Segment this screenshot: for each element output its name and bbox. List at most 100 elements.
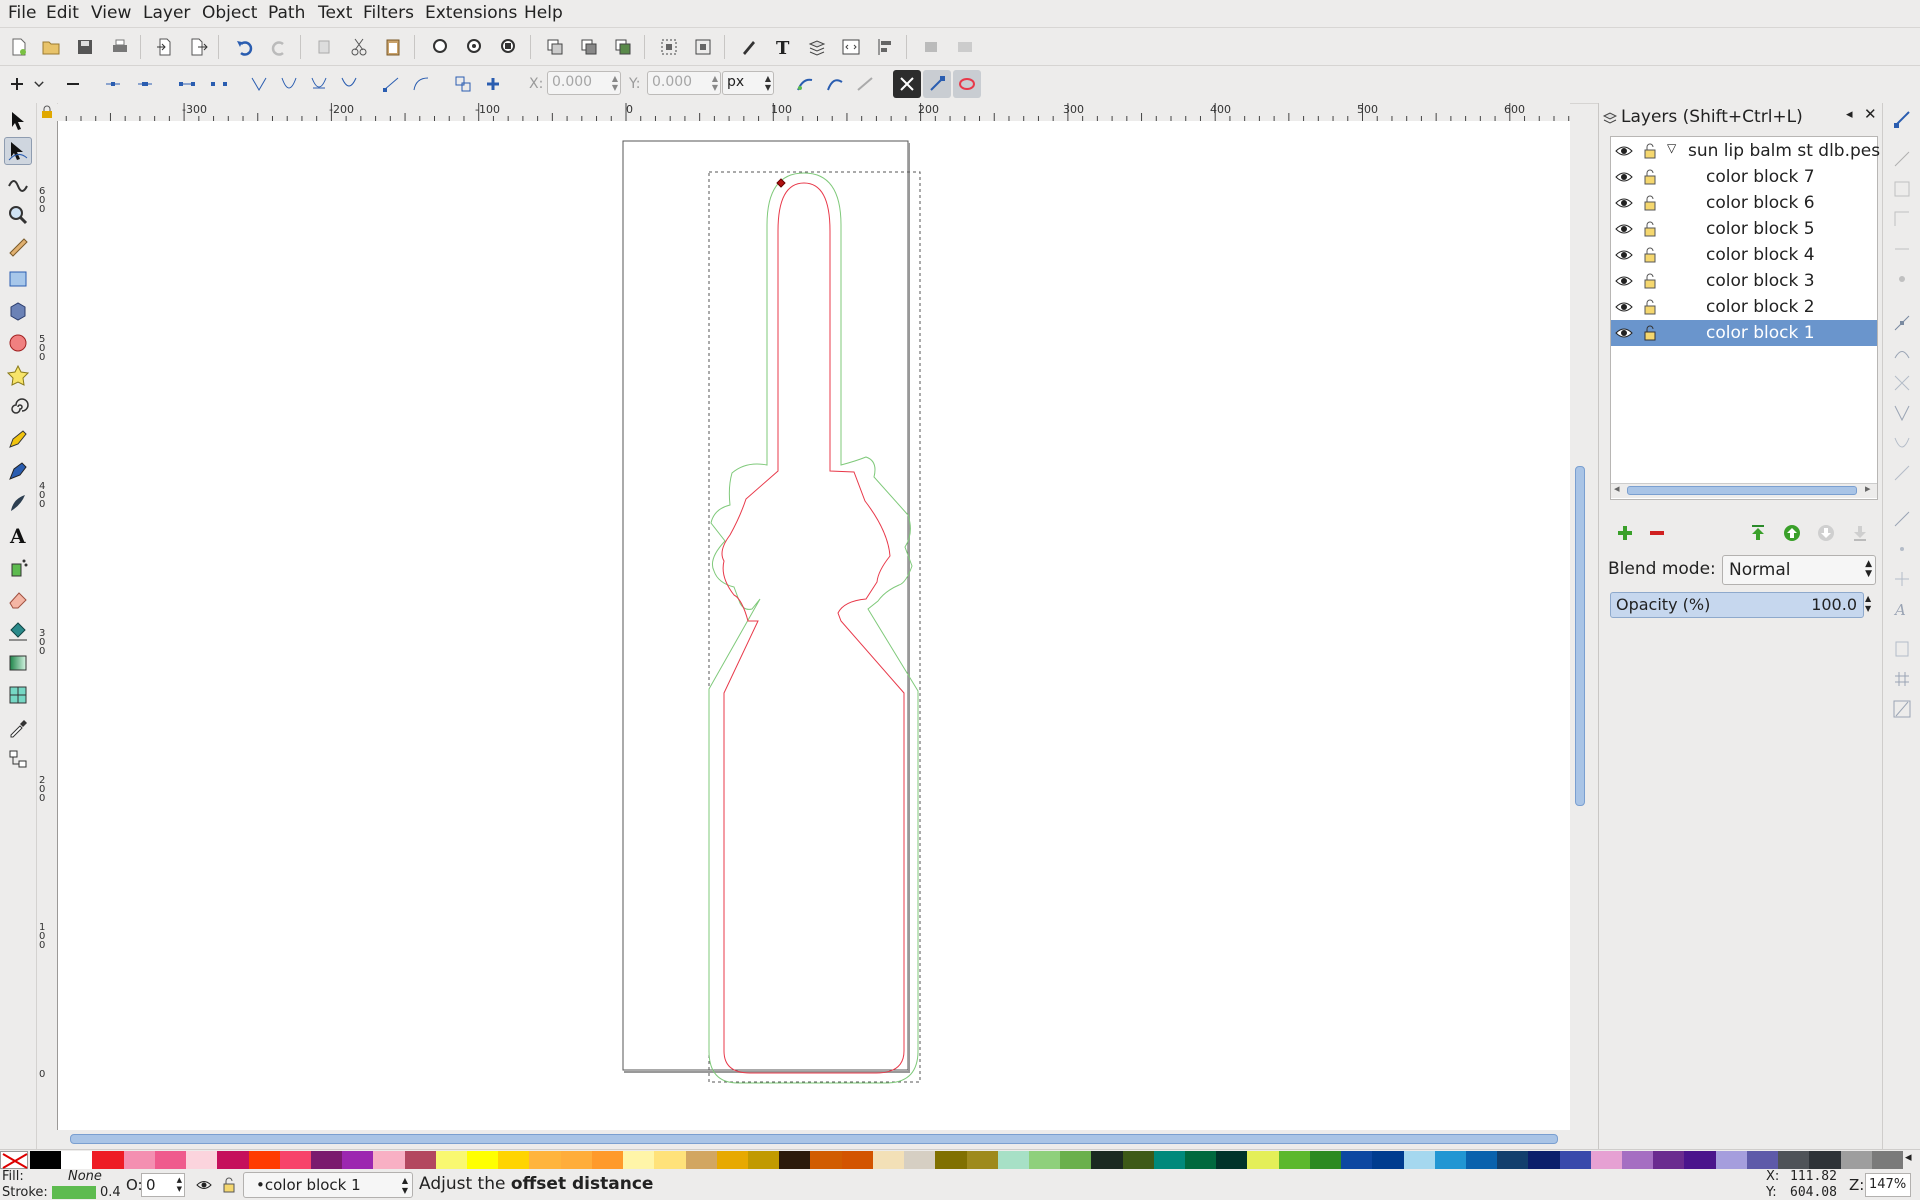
snap-nodes-icon[interactable] xyxy=(1892,313,1912,333)
new-document-icon[interactable] xyxy=(6,34,32,60)
lower-layer-icon[interactable] xyxy=(1813,520,1839,546)
mesh-tool-icon[interactable] xyxy=(4,681,32,709)
color-swatch[interactable] xyxy=(1122,1151,1155,1169)
copy-icon[interactable] xyxy=(312,34,338,60)
color-swatch[interactable] xyxy=(1309,1151,1342,1169)
menu-object[interactable]: Object xyxy=(202,3,257,23)
snap-smooth-icon[interactable] xyxy=(1892,433,1912,453)
snap-center-icon[interactable] xyxy=(1892,539,1912,559)
clippath-icon[interactable] xyxy=(822,71,848,97)
ellipse-tool-icon[interactable] xyxy=(4,329,32,357)
color-swatch[interactable] xyxy=(217,1151,249,1169)
eye-icon[interactable] xyxy=(1615,324,1633,342)
add-layer-icon[interactable] xyxy=(1612,520,1638,546)
snap-bbox-corner-icon[interactable] xyxy=(1892,209,1912,229)
snap-guide-icon[interactable] xyxy=(1892,699,1912,719)
color-swatch[interactable] xyxy=(1216,1151,1248,1169)
layers-icon[interactable] xyxy=(804,34,830,60)
color-swatch[interactable] xyxy=(342,1151,374,1169)
document-properties-icon[interactable] xyxy=(952,34,978,60)
calligraphy-tool-icon[interactable] xyxy=(4,489,32,517)
color-swatch[interactable] xyxy=(904,1151,936,1169)
zoom-page-icon[interactable] xyxy=(496,34,522,60)
paste-icon[interactable] xyxy=(380,34,406,60)
ungroup-icon[interactable] xyxy=(690,34,716,60)
color-swatch[interactable] xyxy=(1247,1151,1280,1169)
blend-mode-select[interactable]: Normal ▲ ▼ xyxy=(1722,555,1876,585)
smooth-node-icon[interactable] xyxy=(276,71,302,97)
snap-bbox-icon[interactable] xyxy=(1892,149,1912,169)
color-swatch[interactable] xyxy=(1185,1151,1217,1169)
horizontal-scrollbar[interactable] xyxy=(58,1130,1570,1148)
color-swatch[interactable] xyxy=(529,1151,562,1169)
xml-editor-icon[interactable] xyxy=(838,34,864,60)
color-swatch[interactable] xyxy=(810,1151,843,1169)
eye-icon[interactable] xyxy=(1615,168,1633,186)
export-icon[interactable] xyxy=(186,34,212,60)
snap-intersection-icon[interactable] xyxy=(1892,373,1912,393)
palette-menu-icon[interactable]: ◂ xyxy=(1905,1150,1912,1165)
color-swatch[interactable] xyxy=(1153,1151,1186,1169)
color-swatch[interactable] xyxy=(1372,1151,1405,1169)
rectangle-tool-icon[interactable] xyxy=(4,265,32,293)
text-tool-icon[interactable]: A xyxy=(4,521,32,549)
color-swatch[interactable] xyxy=(498,1151,530,1169)
insert-node-icon[interactable] xyxy=(4,71,30,97)
join-segment-icon[interactable] xyxy=(174,71,200,97)
color-swatch[interactable] xyxy=(1528,1151,1561,1169)
color-swatch[interactable] xyxy=(747,1151,780,1169)
color-swatch[interactable] xyxy=(1778,1151,1810,1169)
eye-icon[interactable] xyxy=(1615,298,1633,316)
connector-tool-icon[interactable] xyxy=(4,745,32,773)
color-swatch[interactable] xyxy=(1809,1151,1842,1169)
eye-icon[interactable] xyxy=(196,1178,212,1192)
snap-rotation-icon[interactable] xyxy=(1892,569,1912,589)
color-swatch[interactable] xyxy=(654,1151,687,1169)
color-swatch[interactable] xyxy=(123,1151,156,1169)
no-color-swatch[interactable] xyxy=(0,1151,28,1169)
vertical-scrollbar[interactable] xyxy=(1570,121,1590,1130)
snap-others-icon[interactable] xyxy=(1892,509,1912,529)
preferences-icon[interactable] xyxy=(918,34,944,60)
color-swatch[interactable] xyxy=(1403,1151,1436,1169)
clone-icon[interactable] xyxy=(576,34,602,60)
eye-icon[interactable] xyxy=(1615,220,1633,238)
color-swatch[interactable] xyxy=(935,1151,967,1169)
eye-icon[interactable] xyxy=(1615,246,1633,264)
layer-row[interactable]: color block 6 xyxy=(1611,190,1877,216)
color-swatch[interactable] xyxy=(1497,1151,1529,1169)
raise-layer-icon[interactable] xyxy=(1779,520,1805,546)
layer-row[interactable]: color block 2 xyxy=(1611,294,1877,320)
fill-value[interactable]: None xyxy=(68,1169,102,1184)
color-swatch[interactable] xyxy=(310,1151,343,1169)
menu-filters[interactable]: Filters xyxy=(363,3,414,23)
zoom-input[interactable]: 147% xyxy=(1865,1173,1911,1197)
paint-bucket-tool-icon[interactable] xyxy=(4,617,32,645)
delete-node-icon[interactable] xyxy=(60,71,86,97)
zoom-tool-icon[interactable] xyxy=(4,201,32,229)
unlink-clone-icon[interactable] xyxy=(610,34,636,60)
lock-icon[interactable] xyxy=(1641,142,1659,160)
snap-grid-icon[interactable] xyxy=(1892,669,1912,689)
color-swatch[interactable] xyxy=(716,1151,749,1169)
color-swatch[interactable] xyxy=(1341,1151,1373,1169)
color-swatch[interactable] xyxy=(1028,1151,1061,1169)
layer-row-selected[interactable]: color block 1 xyxy=(1611,320,1877,346)
gradient-tool-icon[interactable] xyxy=(4,649,32,677)
color-swatch[interactable] xyxy=(435,1151,468,1169)
color-swatch[interactable] xyxy=(186,1151,218,1169)
remove-layer-icon[interactable] xyxy=(1644,520,1670,546)
layer-row-root[interactable]: ▽ sun lip balm st dlb.pes xyxy=(1611,138,1880,164)
color-swatch[interactable] xyxy=(560,1151,593,1169)
open-document-icon[interactable] xyxy=(38,34,64,60)
dropper-tool-icon[interactable] xyxy=(4,713,32,741)
next-path-effect-icon[interactable] xyxy=(792,71,818,97)
redo-icon[interactable] xyxy=(266,34,292,60)
layer-row[interactable]: color block 4 xyxy=(1611,242,1877,268)
collapse-triangle-icon[interactable]: ▽ xyxy=(1667,141,1676,155)
lock-icon[interactable] xyxy=(1641,298,1659,316)
lock-icon[interactable] xyxy=(1641,272,1659,290)
save-icon[interactable] xyxy=(72,34,98,60)
show-outline-icon[interactable] xyxy=(953,70,981,98)
show-handles-icon[interactable] xyxy=(923,70,951,98)
